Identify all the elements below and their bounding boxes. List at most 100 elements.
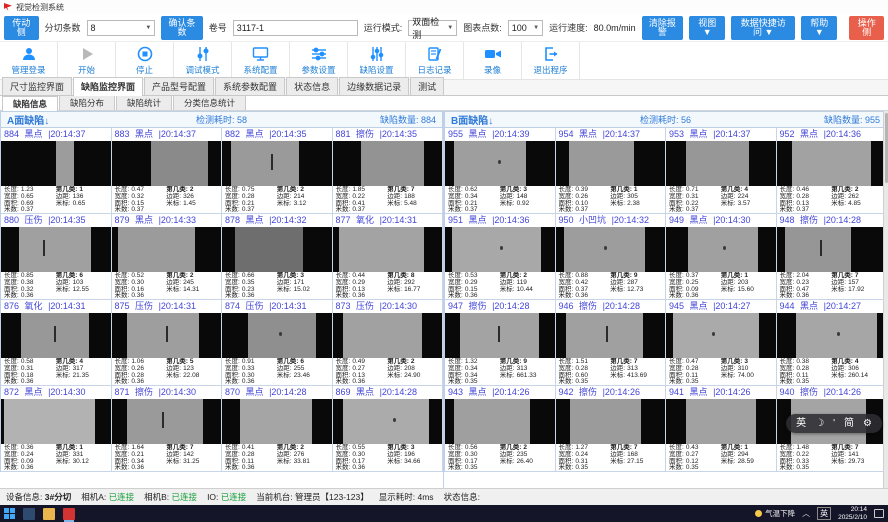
apostrophe-key[interactable]: '	[833, 414, 835, 433]
defect-image[interactable]	[333, 313, 443, 358]
tab-0[interactable]: 尺寸监控界面	[2, 77, 72, 95]
defect-cell[interactable]: 942 擦伤 |20:14:26 长度:1.27 宽度:0.24 面积:0.31…	[556, 386, 667, 472]
defect-cell[interactable]: 882 黑点 |20:14:35 长度:0.75 宽度:0.28 面积:0.21…	[222, 128, 333, 214]
subtab-1[interactable]: 缺陷分布	[59, 95, 115, 110]
tab-4[interactable]: 状态信息	[286, 77, 338, 95]
defect-image[interactable]	[222, 313, 332, 358]
defect-image[interactable]	[1, 141, 111, 186]
defect-cell[interactable]: 943 黑点 |20:14:26 长度:0.56 宽度:0.30 面积:0.17…	[445, 386, 556, 472]
tab-1[interactable]: 缺陷监控界面	[73, 77, 143, 96]
defect-image[interactable]	[666, 141, 776, 186]
defect-cell[interactable]: 880 压伤 |20:14:35 长度:0.85 宽度:0.38 面积:0.32…	[1, 214, 112, 300]
debug-mode-button[interactable]: 调试模式	[174, 42, 232, 79]
defect-image[interactable]	[445, 313, 555, 358]
subtab-3[interactable]: 分类信息统计	[173, 95, 246, 110]
tray-expand-icon[interactable]: ︿	[802, 508, 810, 519]
defect-image[interactable]	[666, 399, 776, 444]
log-record-button[interactable]: 日志记录	[406, 42, 464, 79]
defect-image[interactable]	[777, 313, 887, 358]
defect-cell[interactable]: 875 压伤 |20:14:31 长度:1.06 宽度:0.26 面积:0.28…	[112, 300, 223, 386]
defect-cell[interactable]: 944 黑点 |20:14:27 长度:0.38 宽度:0.28 面积:0.11…	[777, 300, 888, 386]
defect-image[interactable]	[222, 141, 332, 186]
defect-image[interactable]	[112, 313, 222, 358]
defect-cell[interactable]: 884 黑点 |20:14:37 长度:1.23 宽度:0.65 面积:0.69…	[1, 128, 112, 214]
defect-image[interactable]	[1, 227, 111, 272]
clear-alarm-button[interactable]: 清除报警	[642, 16, 683, 40]
system-config-button[interactable]: 系统配置	[232, 42, 290, 79]
operator-side-button[interactable]: 操作侧	[849, 16, 884, 40]
help-menu-button[interactable]: 帮助 ▼	[801, 16, 837, 40]
confirm-count-button[interactable]: 确认条数	[161, 16, 202, 40]
tab-2[interactable]: 产品型号配置	[144, 77, 214, 95]
defect-image[interactable]	[445, 141, 555, 186]
defect-cell[interactable]: 948 擦伤 |20:14:28 长度:2.04 宽度:0.23 面积:0.47…	[777, 214, 888, 300]
gear-icon[interactable]: ⚙	[863, 414, 872, 433]
defect-image[interactable]	[556, 141, 666, 186]
defect-cell[interactable]: 881 擦伤 |20:14:35 长度:1.85 宽度:0.22 面积:0.41…	[333, 128, 444, 214]
defect-settings-button[interactable]: 缺陷设置	[348, 42, 406, 79]
defect-cell[interactable]: 872 黑点 |20:14:30 长度:0.36 宽度:0.24 面积:0.09…	[1, 386, 112, 472]
start-button[interactable]: 开始	[58, 42, 116, 79]
defect-image[interactable]	[556, 313, 666, 358]
defect-cell[interactable]: 951 黑点 |20:14:36 长度:0.53 宽度:0.29 面积:0.15…	[445, 214, 556, 300]
defect-cell[interactable]: 869 黑点 |20:14:28 长度:0.55 宽度:0.30 面积:0.17…	[333, 386, 444, 472]
drive-side-button[interactable]: 传动侧	[4, 16, 39, 40]
defect-image[interactable]	[112, 141, 222, 186]
defect-image[interactable]	[666, 313, 776, 358]
file-explorer-icon[interactable]	[43, 508, 55, 520]
defect-cell[interactable]: 879 黑点 |20:14:33 长度:0.52 宽度:0.30 面积:0.16…	[112, 214, 223, 300]
defect-cell[interactable]: 946 擦伤 |20:14:28 长度:1.51 宽度:0.28 面积:0.60…	[556, 300, 667, 386]
stop-button[interactable]: 停止	[116, 42, 174, 79]
ime-floatbar[interactable]: 英 ☽ ' 简 ⚙	[786, 414, 882, 433]
defect-cell[interactable]: 952 黑点 |20:14:36 长度:0.46 宽度:0.28 面积:0.13…	[777, 128, 888, 214]
defect-image[interactable]	[333, 141, 443, 186]
defect-cell[interactable]: 941 黑点 |20:14:26 长度:0.43 宽度:0.27 面积:0.12…	[666, 386, 777, 472]
defect-cell[interactable]: 873 压伤 |20:14:30 长度:0.49 宽度:0.27 面积:0.13…	[333, 300, 444, 386]
defect-image[interactable]	[112, 399, 222, 444]
panel-a-title[interactable]: A面缺陷↓	[7, 112, 137, 127]
tab-6[interactable]: 测试	[410, 77, 444, 95]
roll-number-input[interactable]	[233, 20, 358, 36]
taskbar-app-icon[interactable]	[23, 508, 35, 520]
defect-cell[interactable]: 954 黑点 |20:14:37 长度:0.39 宽度:0.26 面积:0.10…	[556, 128, 667, 214]
defect-image[interactable]	[666, 227, 776, 272]
defect-cell[interactable]: 874 压伤 |20:14:31 长度:0.91 宽度:0.33 面积:0.30…	[222, 300, 333, 386]
run-mode-select[interactable]: 双面检测 ▼	[408, 20, 457, 36]
defect-cell[interactable]: 945 黑点 |20:14:27 长度:0.47 宽度:0.28 面积:0.11…	[666, 300, 777, 386]
defect-cell[interactable]: 953 黑点 |20:14:37 长度:0.71 宽度:0.31 面积:0.22…	[666, 128, 777, 214]
defect-cell[interactable]: 955 黑点 |20:14:39 长度:0.62 宽度:0.34 面积:0.21…	[445, 128, 556, 214]
subtab-0[interactable]: 缺陷信息	[2, 96, 58, 111]
defect-cell[interactable]: 950 小凹坑 |20:14:32 长度:0.88 宽度:0.42 面积:0.3…	[556, 214, 667, 300]
chart-points-select[interactable]: 100 ▼	[508, 20, 543, 36]
defect-image[interactable]	[556, 399, 666, 444]
record-video-button[interactable]: 录像	[464, 42, 522, 79]
tab-3[interactable]: 系统参数配置	[215, 77, 285, 95]
tab-5[interactable]: 边缘数据记录	[339, 77, 409, 95]
defect-cell[interactable]: 883 黑点 |20:14:37 长度:0.47 宽度:0.32 面积:0.15…	[112, 128, 223, 214]
defect-image[interactable]	[1, 313, 111, 358]
lang-en-toggle[interactable]: 英	[796, 414, 806, 433]
defect-cell[interactable]: 870 黑点 |20:14:28 长度:0.41 宽度:0.28 面积:0.11…	[222, 386, 333, 472]
vertical-scrollbar[interactable]	[883, 111, 888, 488]
exit-program-button[interactable]: 退出程序	[522, 42, 580, 79]
taskbar-clock[interactable]: 20:142025/2/10	[838, 506, 867, 521]
panel-b-title[interactable]: B面缺陷↓	[451, 112, 581, 127]
start-button[interactable]	[4, 508, 15, 519]
night-mode-icon[interactable]: ☽	[815, 414, 824, 433]
defect-cell[interactable]: 949 黑点 |20:14:30 长度:0.37 宽度:0.25 面积:0.09…	[666, 214, 777, 300]
notification-icon[interactable]	[874, 509, 884, 518]
simplified-chinese-toggle[interactable]: 简	[844, 414, 854, 433]
defect-image[interactable]	[556, 227, 666, 272]
defect-image[interactable]	[112, 227, 222, 272]
data-access-menu-button[interactable]: 数据快捷访问 ▼	[731, 16, 795, 40]
defect-image[interactable]	[777, 141, 887, 186]
subtab-2[interactable]: 缺陷统计	[116, 95, 172, 110]
defect-cell[interactable]: 878 黑点 |20:14:32 长度:0.66 宽度:0.35 面积:0.23…	[222, 214, 333, 300]
param-settings-button[interactable]: 参数设置	[290, 42, 348, 79]
slit-count-select[interactable]: 8 ▼	[87, 20, 156, 36]
defect-image[interactable]	[445, 227, 555, 272]
defect-cell[interactable]: 877 氧化 |20:14:31 长度:0.44 宽度:0.29 面积:0.13…	[333, 214, 444, 300]
defect-image[interactable]	[445, 399, 555, 444]
input-language-indicator[interactable]: 英	[817, 507, 831, 520]
login-button[interactable]: 管理登录	[0, 42, 58, 79]
